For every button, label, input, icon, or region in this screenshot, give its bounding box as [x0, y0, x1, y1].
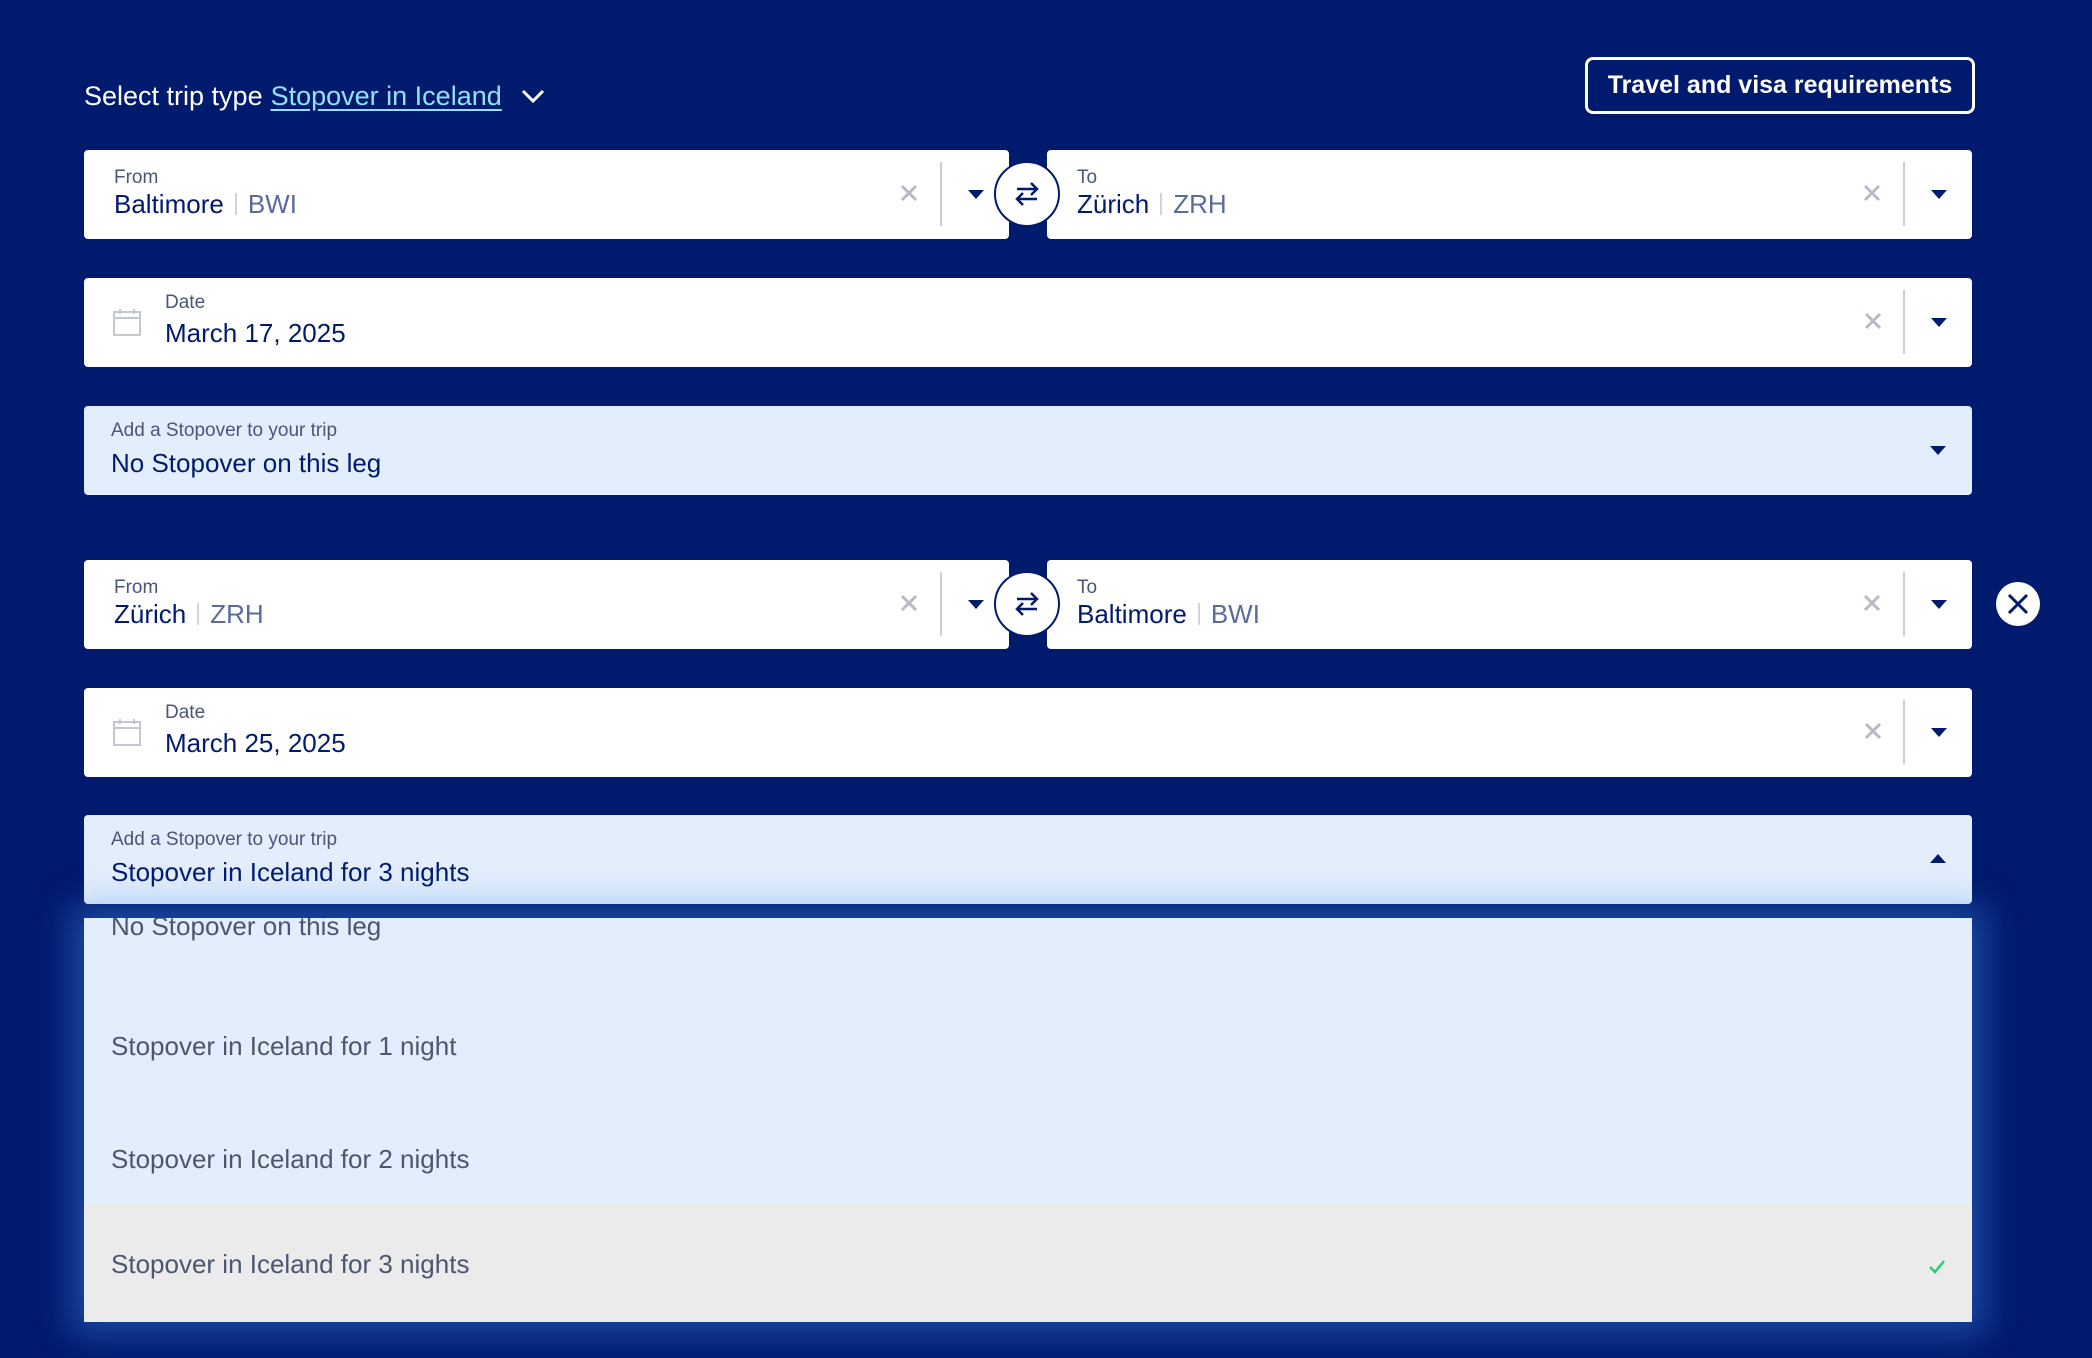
caret-down-icon[interactable]	[1927, 439, 1949, 461]
caret-down-icon[interactable]	[1928, 593, 1950, 615]
from-code: ZRH	[210, 599, 264, 629]
caret-down-icon[interactable]	[1928, 721, 1950, 743]
to-label: To	[1077, 167, 1098, 188]
clear-icon[interactable]	[1860, 308, 1886, 334]
to-field-2[interactable]: To Baltimore BWI	[1047, 560, 1972, 649]
date-field-2[interactable]: Date March 25, 2025	[84, 688, 1972, 777]
from-city: Baltimore	[114, 189, 224, 219]
from-field-1[interactable]: From Baltimore BWI	[84, 150, 1009, 239]
from-value: Zürich ZRH	[114, 599, 264, 630]
from-value: Baltimore BWI	[114, 189, 297, 220]
chevron-down-icon[interactable]	[518, 81, 548, 111]
swap-button[interactable]	[994, 161, 1060, 227]
stopover-option[interactable]: Stopover in Iceland for 1 night	[84, 998, 1972, 1098]
stopover-value: No Stopover on this leg	[111, 448, 382, 478]
caret-up-icon[interactable]	[1927, 848, 1949, 870]
clear-icon[interactable]	[896, 590, 922, 616]
calendar-icon	[113, 309, 141, 336]
trip-type-label: Select trip type	[84, 80, 263, 111]
to-value: Zürich ZRH	[1077, 189, 1227, 220]
date-label: Date	[165, 292, 206, 313]
from-label: From	[114, 167, 159, 188]
stopover-value: Stopover in Iceland for 3 nights	[111, 857, 470, 887]
clear-icon[interactable]	[1860, 718, 1886, 744]
remove-leg-button[interactable]	[1996, 582, 2040, 626]
to-label: To	[1077, 577, 1098, 598]
stopover-option[interactable]: No Stopover on this leg	[84, 918, 1972, 941]
swap-button[interactable]	[994, 571, 1060, 637]
caret-down-icon[interactable]	[1928, 183, 1950, 205]
from-field-2[interactable]: From Zürich ZRH	[84, 560, 1009, 649]
caret-down-icon[interactable]	[1928, 311, 1950, 333]
swap-icon	[1015, 182, 1039, 206]
to-value: Baltimore BWI	[1077, 599, 1260, 630]
to-city: Zürich	[1077, 189, 1150, 219]
close-icon	[2007, 593, 2029, 615]
date-label: Date	[165, 702, 206, 723]
stopover-options-list: No Stopover on this leg Stopover in Icel…	[84, 918, 1972, 1322]
from-code: BWI	[247, 189, 297, 219]
stopover-option[interactable]: Stopover in Iceland for 2 nights	[84, 1098, 1972, 1216]
to-city: Baltimore	[1077, 599, 1187, 629]
caret-down-icon[interactable]	[965, 593, 987, 615]
booking-form: Select trip type Stopover in Iceland Tra…	[0, 0, 2092, 1358]
travel-visa-button[interactable]: Travel and visa requirements	[1585, 57, 1975, 114]
from-label: From	[114, 577, 159, 598]
to-code: BWI	[1210, 599, 1260, 629]
field-divider	[1903, 162, 1905, 226]
calendar-icon	[113, 719, 141, 746]
trip-type-link[interactable]: Stopover in Iceland	[271, 81, 502, 112]
date-value: March 17, 2025	[165, 318, 346, 348]
trip-type-selector: Select trip type Stopover in Iceland	[84, 76, 548, 116]
from-city: Zürich	[114, 599, 187, 629]
field-divider	[1903, 700, 1905, 764]
swap-icon	[1015, 592, 1039, 616]
check-icon	[1929, 1260, 1945, 1274]
clear-icon[interactable]	[896, 180, 922, 206]
caret-down-icon[interactable]	[965, 183, 987, 205]
to-code: ZRH	[1173, 189, 1227, 219]
field-divider	[1903, 572, 1905, 636]
date-field-1[interactable]: Date March 17, 2025	[84, 278, 1972, 367]
stopover-label: Add a Stopover to your trip	[111, 829, 338, 850]
stopover-select-2[interactable]: Add a Stopover to your trip Stopover in …	[84, 815, 1972, 904]
date-value: March 25, 2025	[165, 728, 346, 758]
clear-icon[interactable]	[1859, 590, 1885, 616]
stopover-select-1[interactable]: Add a Stopover to your trip No Stopover …	[84, 406, 1972, 495]
to-field-1[interactable]: To Zürich ZRH	[1047, 150, 1972, 239]
field-divider	[940, 162, 942, 226]
stopover-label: Add a Stopover to your trip	[111, 420, 338, 441]
field-divider	[1903, 290, 1905, 354]
stopover-option-selected[interactable]: Stopover in Iceland for 3 nights	[84, 1204, 1972, 1322]
field-divider	[940, 572, 942, 636]
clear-icon[interactable]	[1859, 180, 1885, 206]
